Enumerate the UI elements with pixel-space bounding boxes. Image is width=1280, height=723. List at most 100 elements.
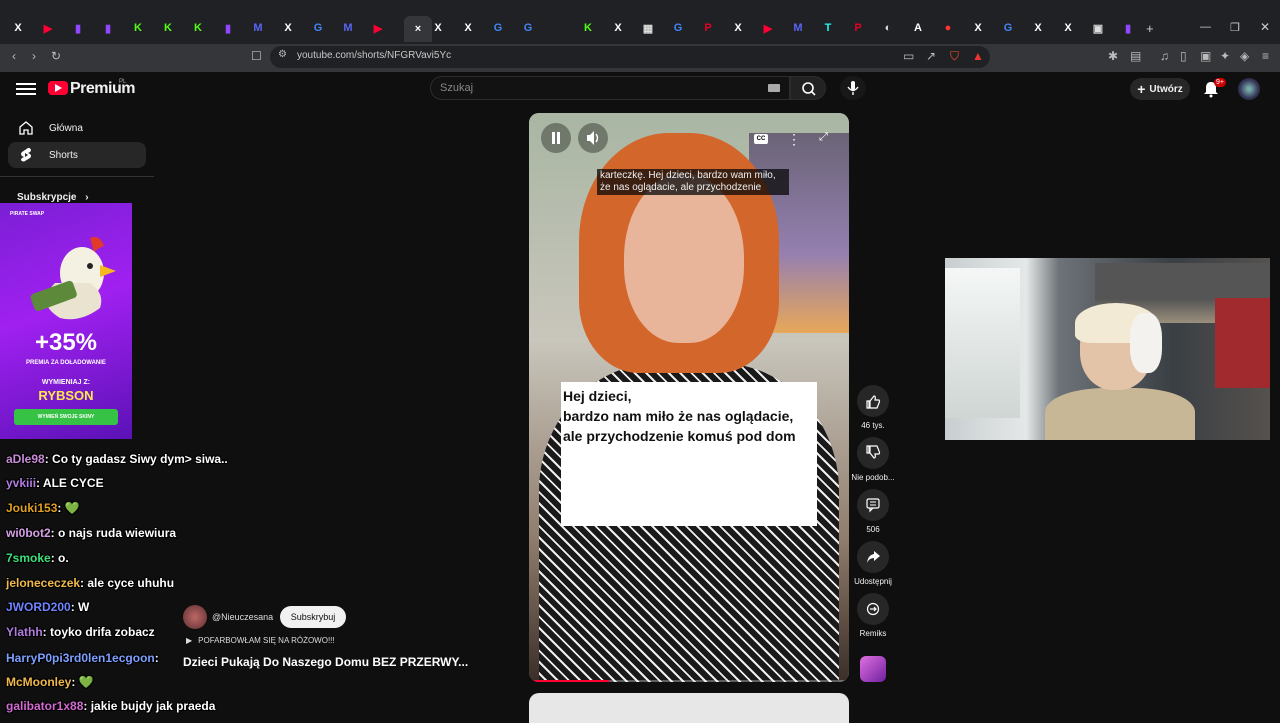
browser-tab[interactable]: G xyxy=(490,20,506,36)
remix-button[interactable] xyxy=(857,593,889,625)
chat-username[interactable]: HarryP0pi3rd0len1ecgoon xyxy=(6,651,155,665)
chat-username[interactable]: McMoonley xyxy=(6,675,71,689)
site-info-icon[interactable]: ⚙ xyxy=(278,49,287,60)
close-window-button[interactable]: ✕ xyxy=(1260,20,1270,34)
video-title[interactable]: Dzieci Pukają Do Naszego Domu BEZ PRZERW… xyxy=(183,655,468,669)
browser-tab[interactable]: G xyxy=(1000,20,1016,36)
chat-username[interactable]: galibator1x88 xyxy=(6,699,83,713)
shorts-video-player[interactable]: CC ⋮ ⤢ karteczkę. Hej dzieci, bardzo wam… xyxy=(529,113,849,682)
browser-tab[interactable]: X xyxy=(610,20,626,36)
keyboard-icon[interactable] xyxy=(768,84,780,92)
browser-tab[interactable]: M xyxy=(790,20,806,36)
browser-tab[interactable]: G xyxy=(670,20,686,36)
browser-tab[interactable]: K xyxy=(190,20,206,36)
forward-icon[interactable]: › xyxy=(32,49,36,63)
search-button[interactable] xyxy=(790,76,826,100)
browser-tab[interactable]: P xyxy=(850,20,866,36)
pause-button[interactable] xyxy=(541,123,571,153)
browser-tab[interactable]: P xyxy=(700,20,716,36)
browser-tab[interactable]: ▶ xyxy=(760,20,776,36)
share-button[interactable] xyxy=(857,541,889,573)
new-tab-button[interactable]: + xyxy=(1146,21,1154,36)
ad-cta-button[interactable]: WYMIEŃ SWOJE SKINY xyxy=(14,409,118,425)
browser-tab[interactable]: A xyxy=(910,20,926,36)
browser-tab[interactable]: K xyxy=(160,20,176,36)
browser-tab[interactable]: X xyxy=(10,20,26,36)
share-page-icon[interactable]: ↗ xyxy=(926,49,936,63)
browser-tab[interactable]: G xyxy=(520,20,536,36)
browser-tab[interactable]: ▮ xyxy=(220,20,236,36)
sidebar-item-shorts[interactable]: Shorts xyxy=(8,142,146,168)
expand-icon[interactable]: ⤢ xyxy=(819,131,828,144)
chat-username[interactable]: Ylathh xyxy=(6,625,43,639)
browser-tab[interactable]: ▶ xyxy=(40,20,56,36)
browser-tab[interactable]: M xyxy=(340,20,356,36)
more-options-icon[interactable]: ⋮ xyxy=(787,131,801,148)
chat-username[interactable]: aDle98 xyxy=(6,452,45,466)
channel-name[interactable]: @Nieuczesana xyxy=(212,612,273,622)
youtube-logo-icon[interactable] xyxy=(48,81,68,95)
browser-tab[interactable]: ▶ xyxy=(370,20,386,36)
sidebar-subscriptions-heading[interactable]: Subskrypcje › xyxy=(17,192,89,203)
chat-username[interactable]: JWORD200 xyxy=(6,600,71,614)
reload-icon[interactable]: ↻ xyxy=(51,49,61,63)
next-short-preview[interactable] xyxy=(529,693,849,723)
music-icon[interactable]: ♫ xyxy=(1160,49,1169,63)
sponsor-ad-banner[interactable]: PIRATE SWAP +35% PREMIA ZA DOŁADOWANIE W… xyxy=(0,203,132,439)
maximize-button[interactable]: ❐ xyxy=(1230,21,1240,34)
leo-icon[interactable]: ✦ xyxy=(1220,49,1230,63)
bookmark-icon[interactable]: ☐ xyxy=(251,49,262,63)
chat-username[interactable]: jelonececzek xyxy=(6,576,80,590)
chat-username[interactable]: wi0bot2 xyxy=(6,526,51,540)
browser-tab[interactable]: ▮ xyxy=(1120,20,1136,36)
browser-menu-icon[interactable]: ≡ xyxy=(1262,49,1269,63)
browser-tab[interactable]: ▮ xyxy=(70,20,86,36)
browser-tab[interactable]: ◐ xyxy=(880,20,896,36)
browser-tab[interactable]: G xyxy=(310,20,326,36)
browser-tab[interactable]: X xyxy=(1060,20,1076,36)
search-input[interactable] xyxy=(430,76,790,100)
sidebar-toggle-icon[interactable]: ▯ xyxy=(1180,49,1187,63)
voice-search-button[interactable] xyxy=(840,76,866,100)
browser-tab[interactable]: ● xyxy=(940,20,956,36)
chat-username[interactable]: 7smoke xyxy=(6,551,51,565)
browser-tab[interactable]: K xyxy=(130,20,146,36)
channel-thumbnail[interactable] xyxy=(860,656,886,682)
browser-tab[interactable]: X xyxy=(970,20,986,36)
sidebar-item-home[interactable]: Główna xyxy=(8,115,146,141)
channel-avatar[interactable] xyxy=(183,605,207,629)
reader-icon[interactable]: ▤ xyxy=(1130,49,1141,63)
cast-icon[interactable]: ▭ xyxy=(903,49,914,63)
account-avatar[interactable] xyxy=(1238,78,1260,100)
comment-button[interactable] xyxy=(857,489,889,521)
browser-tab[interactable]: X xyxy=(460,20,476,36)
browser-tab[interactable] xyxy=(550,20,566,36)
captions-button[interactable]: CC xyxy=(754,134,768,144)
thumbs-down-button[interactable] xyxy=(857,437,889,469)
browser-tab[interactable]: ▣ xyxy=(1090,20,1106,36)
wallet-icon[interactable]: ▣ xyxy=(1200,49,1211,63)
sound-line[interactable]: ▶ POFARBOWŁAM SIĘ NA RÓŻOWO!!! xyxy=(186,636,335,645)
create-button[interactable]: + Utwórz xyxy=(1130,78,1190,100)
hamburger-menu-icon[interactable] xyxy=(16,80,36,98)
thumbs-up-button[interactable] xyxy=(857,385,889,417)
browser-tab[interactable]: ▦ xyxy=(640,20,656,36)
back-icon[interactable]: ‹ xyxy=(12,49,16,63)
browser-tab[interactable]: ▮ xyxy=(100,20,116,36)
browser-tab[interactable]: X xyxy=(280,20,296,36)
minimize-button[interactable]: — xyxy=(1200,21,1211,33)
browser-tab[interactable]: × xyxy=(404,16,432,42)
brave-shield-icon[interactable]: ⛉ xyxy=(950,49,959,64)
vpn-icon[interactable]: ◈ xyxy=(1240,49,1249,63)
browser-tab[interactable]: T xyxy=(820,20,836,36)
browser-tab[interactable]: X xyxy=(730,20,746,36)
brave-rewards-icon[interactable]: ▲ xyxy=(972,49,984,63)
subscribe-button[interactable]: Subskrybuj xyxy=(280,606,346,628)
extensions-icon[interactable]: ✱ xyxy=(1108,49,1118,63)
browser-tab[interactable]: K xyxy=(580,20,596,36)
volume-button[interactable] xyxy=(578,123,608,153)
browser-tab[interactable]: M xyxy=(250,20,266,36)
browser-tab[interactable]: X xyxy=(430,20,446,36)
chat-username[interactable]: Jouki153 xyxy=(6,501,57,515)
browser-tab[interactable]: X xyxy=(1030,20,1046,36)
